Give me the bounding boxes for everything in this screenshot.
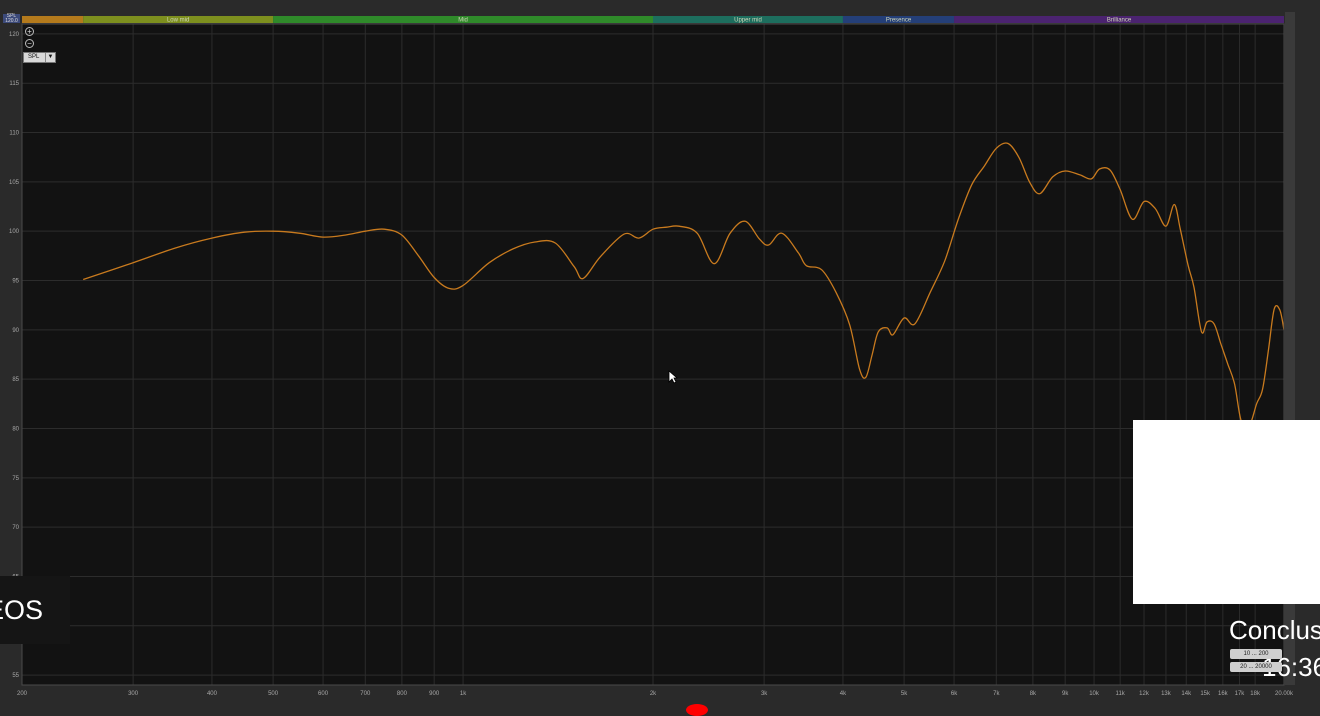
x-tick-label: 500 xyxy=(268,691,279,697)
y-tick-label: 80 xyxy=(12,426,19,432)
x-tick-label: 9k xyxy=(1062,691,1069,697)
videos-overlay-text: EOS xyxy=(0,595,44,625)
x-tick-label: 8k xyxy=(1030,691,1037,697)
x-tick-label: 13k xyxy=(1161,691,1172,697)
band-layer: Low mid Mid Upper mid Presence Brilliance xyxy=(22,16,1284,24)
x-tick-label: 5k xyxy=(901,691,908,697)
x-tick-label: 200 xyxy=(17,691,28,697)
y-tick-label: 110 xyxy=(9,131,19,137)
x-tick-label: 14k xyxy=(1181,691,1192,697)
x-tick-label: 3k xyxy=(761,691,768,697)
band-label-3: Upper mid xyxy=(734,18,762,24)
y-tick-label: 55 xyxy=(12,673,19,679)
x-tick-label: 18k xyxy=(1250,691,1261,697)
x-tick-label: 20.00k xyxy=(1275,691,1294,697)
x-tick-label: 10k xyxy=(1089,691,1100,697)
x-tick-label: 800 xyxy=(397,691,408,697)
x-tick-label: 400 xyxy=(207,691,218,697)
y-tick-label: 75 xyxy=(12,476,19,482)
corner-spl-label: SPL 120.0 xyxy=(3,14,20,24)
band-0 xyxy=(22,16,84,23)
x-tick-label: 12k xyxy=(1139,691,1150,697)
x-tick-label: 4k xyxy=(840,691,847,697)
spl-select-label: SPL xyxy=(28,54,40,60)
y-tick-label: 70 xyxy=(12,525,19,531)
x-tick-label: 300 xyxy=(128,691,139,697)
x-tick-label: 700 xyxy=(360,691,371,697)
band-label-4: Presence xyxy=(886,18,912,24)
x-tick-label: 1k xyxy=(460,691,467,697)
y-tick-label: 115 xyxy=(9,81,19,87)
y-tick-label: 105 xyxy=(9,180,20,186)
y-tick-label: 100 xyxy=(9,229,20,235)
x-tick-label: 6k xyxy=(951,691,958,697)
y-tick-label: 120 xyxy=(9,32,20,38)
chapter-title: Conclus xyxy=(1229,615,1320,645)
range-button-10-200[interactable]: 10 ... 200 xyxy=(1230,649,1282,659)
band-label-1: Low mid xyxy=(167,18,189,24)
spl-select[interactable]: SPL ▼ xyxy=(23,52,56,63)
x-tick-label: 16k xyxy=(1218,691,1229,697)
end-screen-card[interactable] xyxy=(1133,420,1320,604)
x-tick-label: 900 xyxy=(429,691,440,697)
progress-scrubber-icon[interactable] xyxy=(686,704,708,716)
mouse-cursor-icon xyxy=(668,370,678,384)
x-tick-label: 11k xyxy=(1116,691,1126,697)
x-tick-label: 600 xyxy=(318,691,329,697)
frequency-response-chart: Low mid Mid Upper mid Presence Brilliance 55… xyxy=(0,0,1320,709)
chevron-down-icon[interactable]: ▼ xyxy=(45,53,55,62)
zoom-out-icon[interactable]: − xyxy=(25,39,34,48)
x-tick-label: 7k xyxy=(993,691,1000,697)
y-tick-label: 85 xyxy=(12,377,19,383)
range-button-20-20000[interactable]: 20 ... 20000 xyxy=(1230,662,1282,672)
y-tick-label: 95 xyxy=(12,279,19,285)
band-label-2: Mid xyxy=(458,18,468,24)
y-tick-label: 90 xyxy=(12,328,19,334)
zoom-in-icon[interactable]: + xyxy=(25,27,34,36)
x-tick-label: 17k xyxy=(1235,691,1246,697)
videos-overlay[interactable]: EOS xyxy=(0,576,70,644)
band-label-5: Brilliance xyxy=(1107,18,1132,24)
x-tick-label: 2k xyxy=(650,691,657,697)
x-tick-label: 15k xyxy=(1200,691,1211,697)
